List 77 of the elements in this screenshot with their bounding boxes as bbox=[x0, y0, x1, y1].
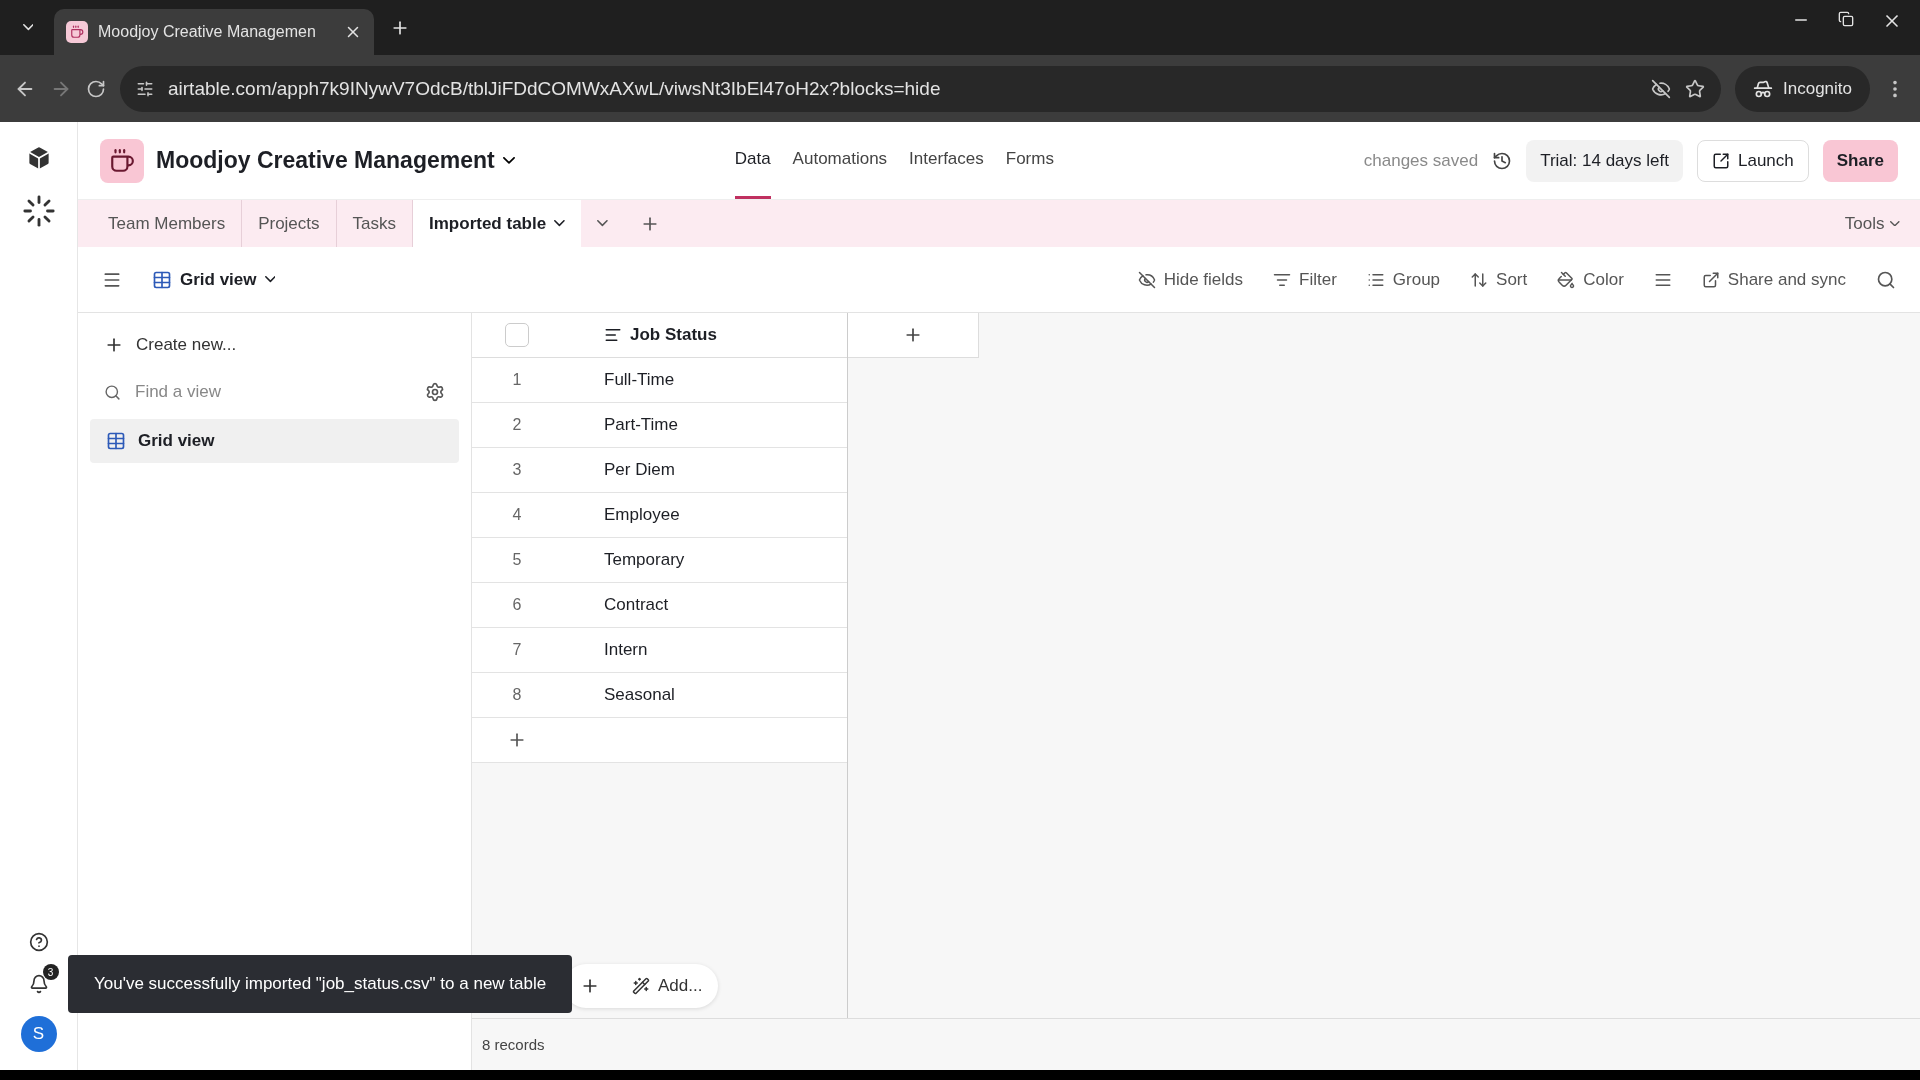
row-number: 5 bbox=[511, 551, 523, 569]
magic-wand-icon bbox=[632, 977, 650, 995]
create-new-button[interactable]: Create new... bbox=[90, 325, 459, 365]
nav-tab[interactable]: Forms bbox=[1005, 122, 1054, 199]
success-toast: You've successfully imported "job_status.csv" to a new table bbox=[68, 955, 573, 1013]
bookmark-star-icon[interactable] bbox=[1685, 78, 1705, 99]
coffee-icon bbox=[66, 21, 88, 43]
filter-button[interactable]: Filter bbox=[1265, 263, 1345, 296]
row-number: 6 bbox=[511, 596, 523, 614]
trial-button[interactable]: Trial: 14 days left bbox=[1526, 139, 1683, 182]
incognito-button[interactable]: Incognito bbox=[1735, 65, 1870, 112]
hide-fields-button[interactable]: Hide fields bbox=[1129, 263, 1251, 296]
share-button[interactable]: Share bbox=[1822, 139, 1898, 182]
group-button[interactable]: Group bbox=[1358, 263, 1449, 296]
nav-tab[interactable]: Interfaces bbox=[909, 122, 984, 199]
color-button[interactable]: Color bbox=[1549, 263, 1632, 296]
eye-off-icon bbox=[1137, 270, 1156, 289]
base-name[interactable]: Moodjoy Creative Management bbox=[156, 147, 495, 174]
add-field-button[interactable] bbox=[848, 313, 979, 358]
reload-icon[interactable] bbox=[86, 78, 106, 99]
notification-badge: 3 bbox=[42, 964, 59, 980]
chevron-down-icon bbox=[554, 220, 565, 227]
select-all-checkbox[interactable] bbox=[505, 323, 529, 347]
history-icon[interactable] bbox=[1492, 150, 1513, 171]
table-tab[interactable]: Projects bbox=[242, 200, 337, 247]
chevron-down-icon bbox=[596, 220, 608, 227]
external-link-icon bbox=[1701, 270, 1720, 289]
grid-icon bbox=[152, 269, 172, 290]
browser-tab[interactable]: Moodjoy Creative Managemen bbox=[54, 9, 374, 55]
launch-icon bbox=[1711, 151, 1730, 170]
save-status: changes saved bbox=[1363, 150, 1479, 171]
row-number: 3 bbox=[511, 461, 523, 479]
bell-icon[interactable] bbox=[28, 974, 49, 994]
paint-bucket-icon bbox=[1557, 270, 1576, 289]
site-settings-icon[interactable] bbox=[136, 79, 154, 98]
row-number: 1 bbox=[511, 371, 523, 389]
table-cell[interactable]: Employee bbox=[562, 505, 847, 525]
search-icon bbox=[104, 383, 121, 401]
sort-button[interactable]: Sort bbox=[1462, 263, 1536, 296]
record-count: 8 records bbox=[482, 1036, 545, 1053]
table-cell[interactable]: Full-Time bbox=[562, 370, 847, 390]
row-number: 7 bbox=[511, 641, 523, 659]
view-switcher-button[interactable]: Grid view bbox=[144, 263, 284, 296]
table-cell[interactable]: Temporary bbox=[562, 550, 847, 570]
row-number: 2 bbox=[511, 416, 523, 434]
grid-icon bbox=[106, 431, 126, 451]
coffee-icon bbox=[100, 138, 144, 183]
eye-off-icon[interactable] bbox=[1651, 78, 1671, 99]
nav-tab[interactable]: Automations bbox=[792, 122, 888, 199]
view-item[interactable]: Grid view bbox=[90, 419, 459, 463]
chevron-down-icon bbox=[1890, 220, 1900, 227]
text-field-icon bbox=[604, 326, 622, 344]
sort-icon bbox=[1470, 270, 1489, 289]
table-tab[interactable]: Team Members bbox=[92, 200, 243, 247]
tools-button[interactable]: Tools bbox=[1838, 200, 1906, 247]
column-header[interactable]: Job Status bbox=[630, 325, 717, 345]
search-icon bbox=[1876, 269, 1896, 290]
share-and-sync-button[interactable]: Share and sync bbox=[1693, 263, 1854, 296]
table-cell[interactable]: Intern bbox=[562, 640, 847, 660]
incognito-icon bbox=[1753, 78, 1773, 99]
chevron-down-icon bbox=[22, 24, 34, 31]
address-bar[interactable]: airtable.com/apph7k9INywV7OdcB/tblJiFDdCOMWxAXwL/viwsNt3IbEl47oH2x?blocks=hide bbox=[120, 65, 1721, 112]
row-number: 8 bbox=[511, 686, 523, 704]
user-avatar[interactable]: S bbox=[20, 1016, 57, 1052]
restore-icon[interactable] bbox=[1838, 10, 1854, 27]
row-number: 4 bbox=[511, 506, 523, 524]
table-cell[interactable]: Contract bbox=[562, 595, 847, 615]
table-cell[interactable]: Per Diem bbox=[562, 460, 847, 480]
chevron-down-icon[interactable] bbox=[502, 157, 515, 164]
table-cell[interactable]: Part-Time bbox=[562, 415, 847, 435]
loader-icon[interactable] bbox=[21, 194, 56, 228]
launch-button[interactable]: Launch bbox=[1696, 139, 1809, 182]
chevron-down-icon bbox=[264, 276, 276, 283]
help-icon[interactable] bbox=[28, 932, 49, 952]
table-cell[interactable]: Seasonal bbox=[562, 685, 847, 705]
table-tab[interactable]: Imported table bbox=[413, 200, 581, 247]
settings-icon[interactable] bbox=[425, 382, 445, 402]
